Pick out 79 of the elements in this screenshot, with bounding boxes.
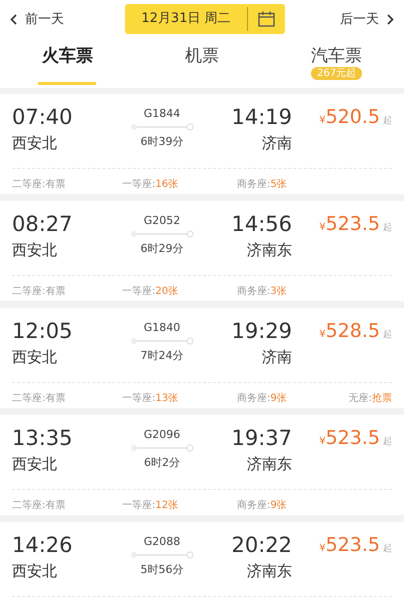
- seat-availability: 商务座:9张: [237, 392, 288, 405]
- departure-time: 08:27: [12, 211, 74, 237]
- train-card[interactable]: 12:05 西安北 G1840 7时24分 19:29 济南 ¥528.5 起 二等座:有票 一等座:13张 商务座:9张 无座:抢票: [0, 308, 404, 408]
- train-number: G2096: [144, 427, 180, 443]
- arrival-station: 济南东: [247, 240, 292, 261]
- arrival-station: 济南东: [247, 454, 292, 475]
- seat-availability: 一等座:20张: [122, 284, 178, 298]
- arrival-station: 济南: [262, 133, 292, 154]
- ticket-price: 523.5: [326, 426, 380, 451]
- price-suffix: 起: [383, 222, 392, 234]
- seat-availability: 商务座:3张: [237, 284, 288, 298]
- train-number: G2088: [144, 534, 180, 550]
- price-suffix: 起: [383, 328, 392, 341]
- calendar-icon: [258, 11, 275, 27]
- ticket-price: 528.5: [326, 319, 380, 344]
- ticket-price: 520.5: [326, 105, 380, 130]
- travel-duration: 6时29分: [140, 241, 184, 257]
- seat-availability: 无座:抢票: [348, 392, 392, 405]
- currency-sign: ¥: [319, 543, 326, 554]
- chevron-right-icon: [387, 14, 394, 24]
- seat-availability: 二等座:有票: [12, 178, 66, 191]
- arrival-time: 14:19: [231, 104, 292, 130]
- departure-time: 07:40: [12, 104, 74, 130]
- train-number: G1840: [144, 320, 180, 336]
- route-line-icon: [130, 337, 194, 345]
- seat-availability: 商务座:5张: [237, 178, 288, 191]
- travel-duration: 6时39分: [140, 134, 184, 150]
- seat-availability: 一等座:12张: [122, 498, 178, 512]
- seat-availability: 一等座:13张: [122, 392, 178, 405]
- seat-availability: 二等座:有票: [12, 284, 66, 298]
- train-card[interactable]: 07:40 西安北 G1844 6时39分 14:19 济南 ¥520.5 起 二等座:有票 一等座:16张 商务座:5张: [0, 94, 404, 194]
- departure-station: 西安北: [12, 133, 58, 154]
- arrival-time: 14:56: [231, 211, 292, 237]
- route-line-icon: [130, 551, 194, 559]
- arrival-station: 济南: [262, 347, 292, 368]
- departure-time: 14:26: [12, 532, 74, 558]
- next-day-link[interactable]: 后一天: [340, 10, 394, 28]
- arrival-time: 19:37: [231, 425, 292, 451]
- travel-duration: 7时24分: [140, 348, 184, 364]
- route-line-icon: [130, 444, 194, 452]
- tab[interactable]: 火车票: [38, 38, 96, 85]
- currency-sign: ¥: [319, 436, 326, 447]
- date-picker[interactable]: 12月31日 周二: [125, 4, 285, 34]
- arrival-time: 19:29: [231, 318, 292, 344]
- currency-sign: ¥: [319, 329, 326, 340]
- route-line-icon: [130, 123, 194, 131]
- departure-station: 西安北: [12, 454, 58, 475]
- departure-station: 西安北: [12, 240, 58, 261]
- currency-sign: ¥: [319, 115, 326, 126]
- seat-availability: 商务座:9张: [237, 498, 288, 512]
- tab[interactable]: 机票: [172, 38, 231, 67]
- price-suffix: 起: [383, 436, 392, 448]
- ticket-price: 523.5: [326, 533, 380, 558]
- seat-availability: 二等座:有票: [12, 392, 66, 405]
- train-number: G1844: [144, 106, 180, 122]
- previous-day-link[interactable]: 前一天: [10, 10, 64, 28]
- departure-station: 西安北: [12, 347, 58, 368]
- travel-duration: 5时56分: [140, 562, 184, 578]
- tab[interactable]: 汽车票: [308, 38, 366, 67]
- travel-duration: 6时2分: [144, 455, 180, 471]
- price-badge: 267元起: [311, 67, 362, 80]
- price-suffix: 起: [383, 542, 392, 555]
- route-line-icon: [130, 230, 194, 238]
- seat-availability: 二等座:有票: [12, 498, 66, 512]
- arrival-time: 20:22: [231, 532, 292, 558]
- departure-time: 13:35: [12, 425, 74, 451]
- date-label: 12月31日 周二: [125, 7, 248, 31]
- arrival-station: 济南东: [247, 561, 292, 582]
- train-card[interactable]: 13:35 西安北 G2096 6时2分 19:37 济南东 ¥523.5 起 二等座:有票 一等座:12张 商务座:9张: [0, 415, 404, 515]
- train-card[interactable]: 08:27 西安北 G2052 6时29分 14:56 济南东 ¥523.5 起 二等座:有票 一等座:20张 商务座:3张: [0, 201, 404, 301]
- train-number: G2052: [144, 213, 180, 229]
- ticket-price: 523.5: [326, 212, 380, 237]
- price-suffix: 起: [383, 114, 392, 127]
- departure-time: 12:05: [12, 318, 74, 344]
- departure-station: 西安北: [12, 561, 58, 582]
- currency-sign: ¥: [319, 222, 326, 233]
- train-card[interactable]: 14:26 西安北 G2088 5时56分 20:22 济南东 ¥523.5 起: [0, 522, 404, 600]
- chevron-left-icon: [10, 14, 17, 24]
- seat-availability: 一等座:16张: [122, 178, 178, 191]
